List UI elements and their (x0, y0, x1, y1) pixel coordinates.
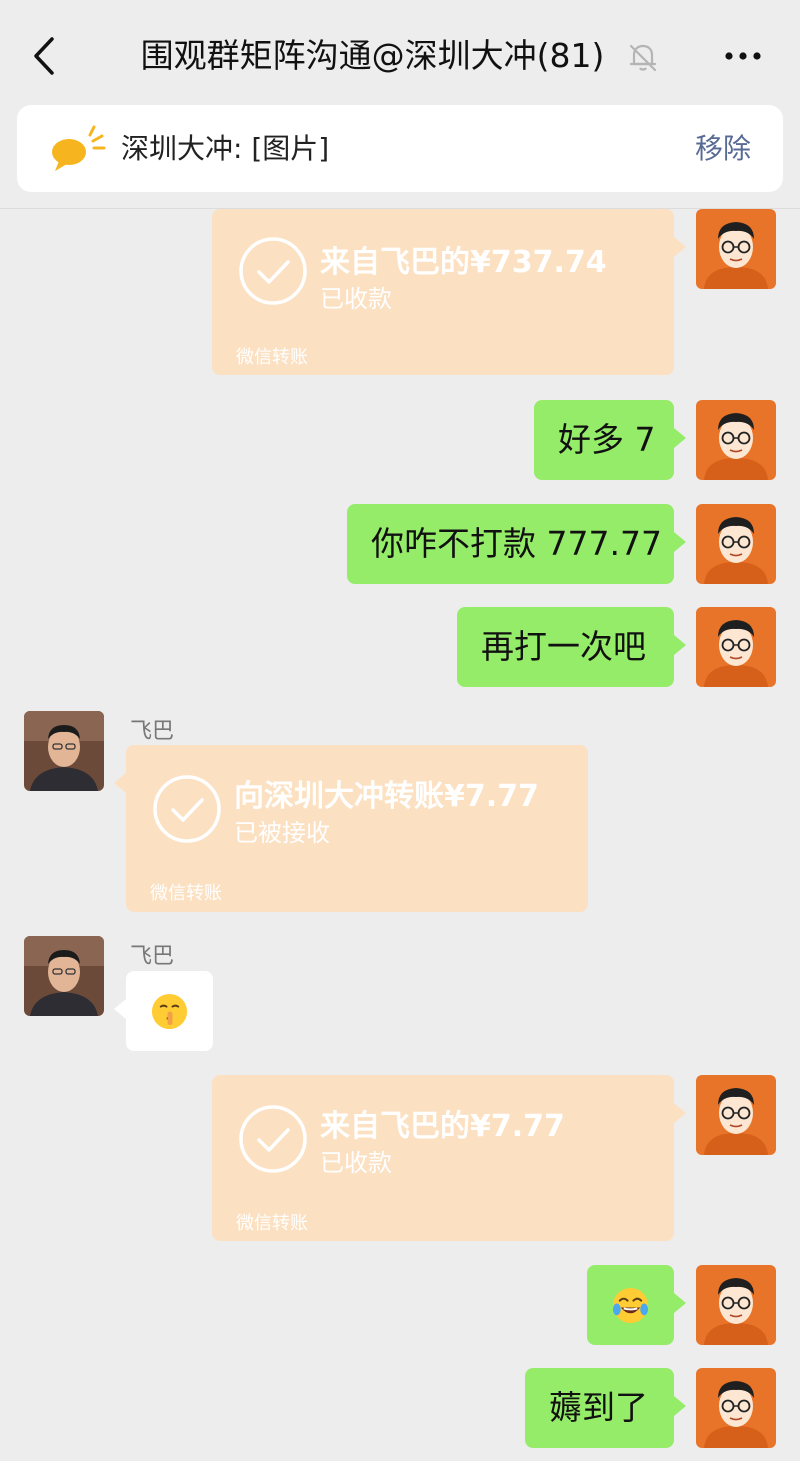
transfer-title: 来自飞巴的¥7.77 (320, 1109, 565, 1144)
chat-title: 围观群矩阵沟通@深圳大冲(81) (140, 36, 605, 75)
remove-pinned-button[interactable]: 移除 (695, 105, 751, 192)
transfer-card[interactable]: 来自飞巴的¥7.77 已收款 微信转账 (212, 1075, 686, 1241)
transfer-footer: 微信转账 (236, 347, 308, 368)
pinned-message-text: 深圳大冲: [图片] (121, 132, 330, 165)
more-dots-icon (725, 52, 761, 60)
avatar-cartoon-icon (696, 504, 776, 584)
avatar-cartoon-icon (696, 1075, 776, 1155)
pinned-message-icon (49, 125, 115, 175)
avatar[interactable] (24, 711, 104, 791)
message-bubble[interactable]: 再打一次吧 (457, 607, 686, 687)
avatar-photo-icon (24, 936, 104, 1016)
avatar[interactable] (696, 400, 776, 480)
message-bubble[interactable]: 你咋不打款 777.77 (347, 504, 686, 584)
nav-bar: 围观群矩阵沟通@深圳大冲(81) (0, 0, 800, 108)
message-bubble[interactable]: 薅到了 (525, 1368, 686, 1448)
avatar[interactable] (696, 1075, 776, 1155)
avatar[interactable] (696, 504, 776, 584)
tears-of-joy-icon (612, 1287, 649, 1324)
avatar-cartoon-icon (696, 607, 776, 687)
chevron-left-icon (34, 37, 54, 75)
avatar[interactable] (696, 1265, 776, 1345)
transfer-footer: 微信转账 (150, 883, 222, 904)
avatar-photo-icon (24, 711, 104, 791)
shushing-face-icon (151, 993, 188, 1030)
avatar[interactable] (696, 607, 776, 687)
avatar-cartoon-icon (696, 400, 776, 480)
check-circle-icon (153, 775, 221, 843)
bell-muted-icon (626, 40, 660, 74)
avatar-cartoon-icon (696, 1368, 776, 1448)
message-list[interactable]: 来自飞巴的¥737.74 已收款 微信转账 好多 7 你咋不打款 777.77 … (0, 209, 800, 1461)
back-button[interactable] (26, 36, 66, 76)
transfer-card[interactable]: 来自飞巴的¥737.74 已收款 微信转账 (212, 209, 686, 375)
transfer-status: 已收款 (320, 285, 392, 313)
check-circle-icon (239, 237, 307, 305)
avatar[interactable] (696, 209, 776, 289)
transfer-status: 已收款 (320, 1149, 392, 1177)
transfer-card[interactable]: 向深圳大冲转账¥7.77 已被接收 微信转账 (114, 745, 588, 912)
avatar[interactable] (696, 1368, 776, 1448)
avatar-cartoon-icon (696, 209, 776, 289)
avatar-cartoon-icon (696, 1265, 776, 1345)
sender-name: 飞巴 (130, 719, 175, 744)
transfer-footer: 微信转账 (236, 1213, 308, 1234)
transfer-status: 已被接收 (234, 819, 330, 847)
emoji-message[interactable] (587, 1265, 686, 1345)
sender-name: 飞巴 (130, 944, 175, 969)
transfer-title: 来自飞巴的¥737.74 (320, 245, 607, 280)
emoji-message[interactable] (114, 971, 213, 1051)
avatar[interactable] (24, 936, 104, 1016)
more-button[interactable] (718, 36, 768, 76)
pinned-message-bar[interactable]: 深圳大冲: [图片] 移除 (17, 105, 783, 192)
message-bubble[interactable]: 好多 7 (534, 400, 686, 480)
transfer-title: 向深圳大冲转账¥7.77 (234, 779, 539, 814)
check-circle-icon (239, 1105, 307, 1173)
